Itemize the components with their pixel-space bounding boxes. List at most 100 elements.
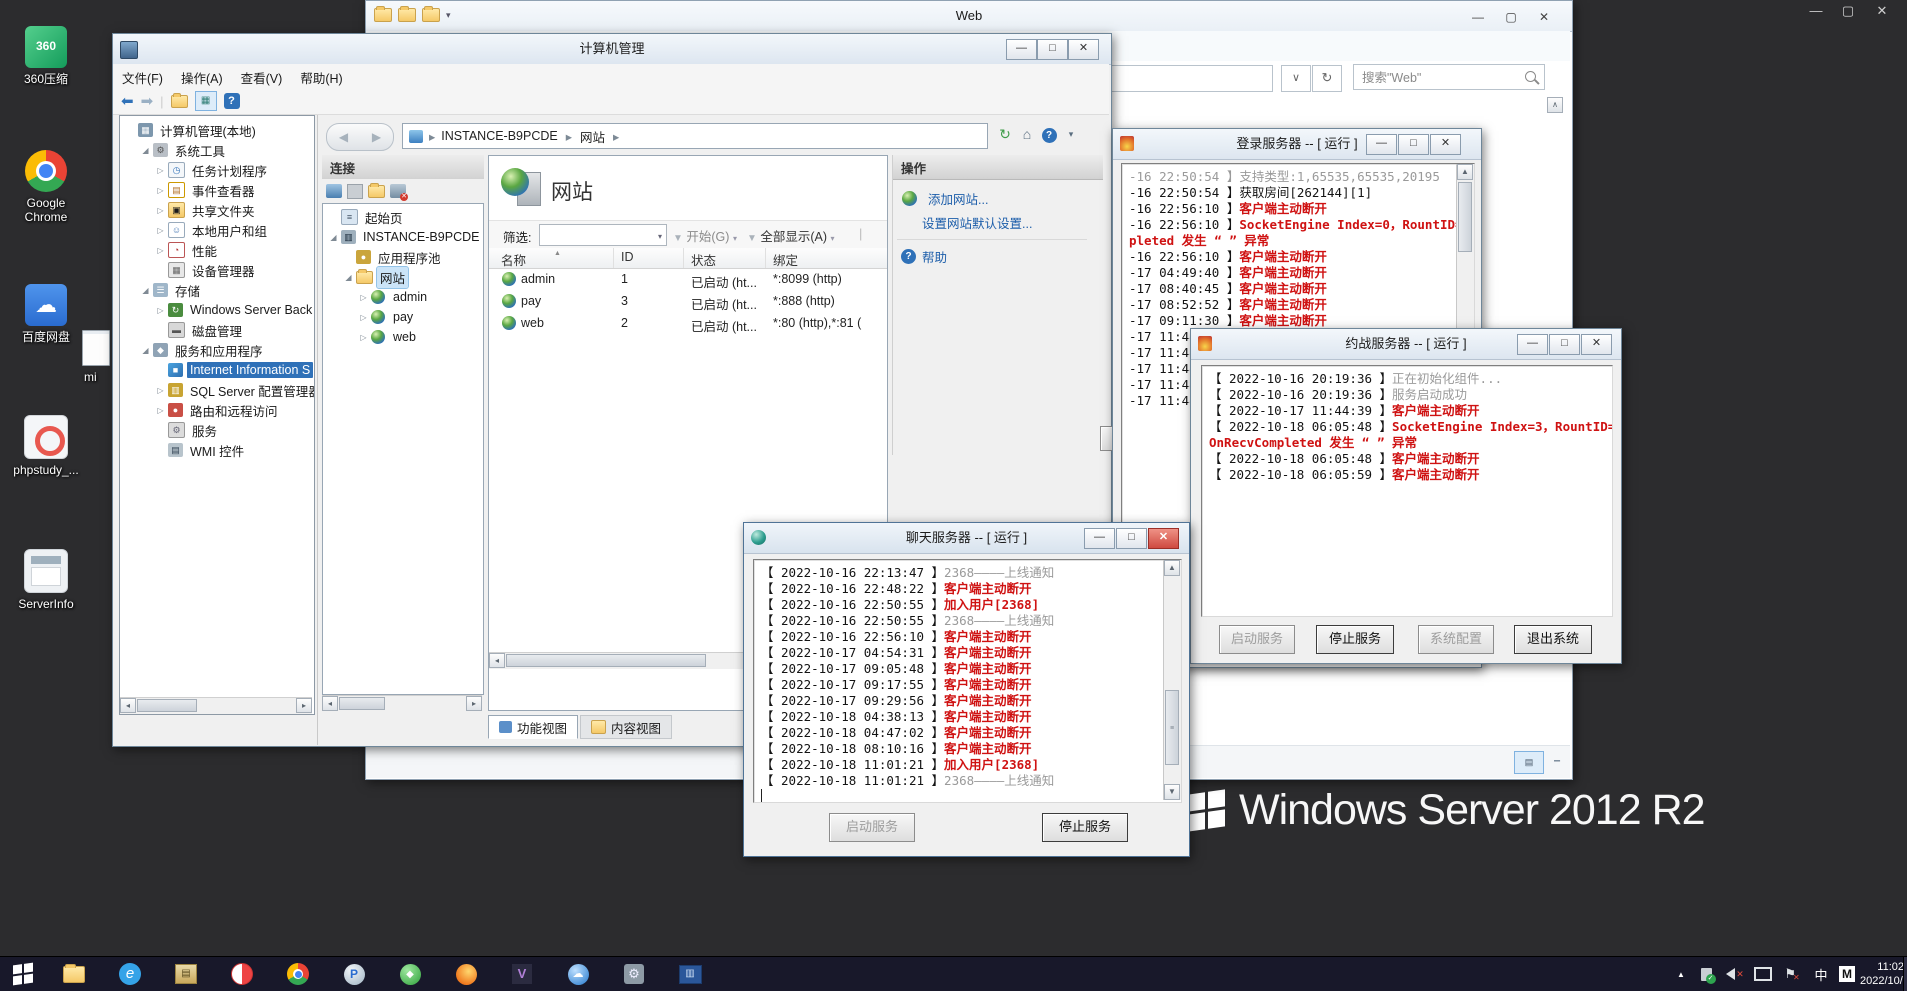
login-maximize-button[interactable]: □ — [1398, 134, 1429, 155]
bg-maximize-button[interactable]: ▢ — [1832, 3, 1864, 19]
explorer-minimize-button[interactable]: — — [1463, 6, 1493, 28]
expand-icon[interactable]: ▷ — [154, 226, 167, 235]
tab-内容视图[interactable]: 内容视图 — [580, 715, 672, 739]
login-titlebar[interactable]: 登录服务器 -- [ 运行 ] — □ ✕ — [1113, 129, 1481, 160]
crumb-refresh-icon[interactable]: ↻ — [994, 123, 1016, 145]
iis-tree-item-6[interactable]: ▷web — [323, 327, 483, 347]
iis-tree-item-2[interactable]: ●应用程序池 — [323, 247, 483, 267]
usb-safe-remove-icon[interactable]: ✓ — [1696, 965, 1716, 983]
explorer-titlebar[interactable]: ▾ Web — ▢ ✕ — [366, 1, 1572, 32]
open-folder-icon[interactable] — [368, 185, 385, 198]
expand-icon[interactable]: ▷ — [154, 246, 167, 255]
export-icon[interactable] — [171, 95, 188, 108]
crumb-home-icon[interactable]: ⌂ — [1016, 123, 1038, 145]
table-row-web[interactable]: web2已启动 (ht...*:80 (http),*:81 ( — [489, 313, 887, 335]
taskbar-icon-phpstudy[interactable]: P — [326, 957, 382, 991]
expand-icon[interactable]: ▷ — [357, 333, 370, 342]
cm-close-button[interactable]: ✕ — [1068, 39, 1099, 60]
bg-minimize-button[interactable]: — — [1800, 3, 1832, 18]
cm-tree-item-10[interactable]: ▬磁盘管理 — [120, 320, 314, 340]
expand-icon[interactable]: ▷ — [154, 406, 167, 415]
refresh-button[interactable]: ↻ — [1312, 65, 1342, 92]
column-header-3[interactable]: 绑定 — [773, 250, 798, 269]
battle-log-box[interactable]: 【 2022-10-16 20:19:36 】正在初始化组件...【 2022-… — [1201, 365, 1613, 617]
taskbar-icon-start[interactable] — [0, 957, 46, 991]
list-view-button[interactable]: ▤ — [1514, 751, 1544, 774]
crumb-help-icon[interactable]: ? — [1038, 123, 1060, 145]
cm-tree-item-4[interactable]: ▷▣共享文件夹 — [120, 200, 314, 220]
action-item-1[interactable]: 设置网站默认设置... — [901, 213, 1032, 232]
action-item-0[interactable]: 添加网站... — [901, 189, 988, 208]
cm-minimize-button[interactable]: — — [1006, 39, 1037, 60]
cm-tree-item-9[interactable]: ▷↻Windows Server Back — [120, 300, 314, 320]
table-row-pay[interactable]: pay3已启动 (ht...*:888 (http) — [489, 291, 887, 313]
help-icon[interactable]: ? — [224, 93, 240, 109]
search-input[interactable]: 搜索"Web" — [1353, 64, 1545, 90]
cm-tree-item-14[interactable]: ▷●路由和远程访问 — [120, 400, 314, 420]
filter-show-all-button[interactable]: ▼ 全部显示(A) ▾ — [747, 226, 835, 245]
desktop-icon-ServerInfo[interactable]: ServerInfo — [8, 549, 84, 611]
battle-titlebar[interactable]: 约战服务器 -- [ 运行 ] — □ ✕ — [1191, 329, 1621, 360]
column-header-2[interactable]: 状态 — [691, 250, 716, 269]
desktop-icon-Google Chrome[interactable]: Google Chrome — [8, 150, 84, 224]
save-icon[interactable] — [347, 184, 363, 199]
start-button-启动服务[interactable]: 启动服务 — [1219, 625, 1295, 654]
network-icon[interactable] — [1752, 965, 1774, 983]
cm-tree-item-8[interactable]: ◢☰存储 — [120, 280, 314, 300]
console-window-icon[interactable]: ▦ — [195, 91, 217, 111]
action-center-flag-icon[interactable]: ⚑✕ — [1781, 965, 1803, 983]
expand-icon[interactable]: ▷ — [154, 386, 167, 395]
menu-3[interactable]: 帮助(H) — [291, 64, 351, 91]
chat-maximize-button[interactable]: □ — [1116, 528, 1147, 549]
expand-icon[interactable]: ▷ — [154, 186, 167, 195]
address-dropdown-button[interactable]: ∨ — [1281, 65, 1311, 92]
collapse-icon[interactable]: ◢ — [139, 146, 152, 155]
taskbar-icon-file-explorer[interactable] — [46, 957, 102, 991]
collapse-icon[interactable]: ◢ — [139, 286, 152, 295]
action-button-停止服务[interactable]: 停止服务 — [1316, 625, 1394, 654]
taskbar-icon-360-app[interactable] — [214, 957, 270, 991]
cm-tree-hscrollbar[interactable]: ◂ ▸ — [120, 697, 312, 714]
iis-tree-item-4[interactable]: ▷admin — [323, 287, 483, 307]
taskbar-icon-firefox[interactable] — [438, 957, 494, 991]
crumb-back-icon[interactable]: ◀ — [339, 130, 348, 144]
tab-功能视图[interactable]: 功能视图 — [488, 715, 578, 739]
bg-close-button[interactable]: ✕ — [1864, 3, 1900, 19]
chat-log-scrollbar[interactable]: ▲ ≡ ▼ — [1163, 560, 1181, 800]
cm-tree-item-6[interactable]: ▷◔性能 — [120, 240, 314, 260]
explorer-scroll-up-button[interactable]: ∧ — [1547, 97, 1563, 113]
cm-tree-item-16[interactable]: ▤WMI 控件 — [120, 440, 314, 460]
taskbar-icon-green-tool[interactable]: ◆ — [382, 957, 438, 991]
forward-icon[interactable]: ➡ — [141, 92, 154, 110]
desktop-icon-360压缩[interactable]: 360360压缩 — [8, 26, 84, 86]
cm-titlebar[interactable]: 计算机管理 — □ ✕ — [113, 34, 1111, 65]
table-row-admin[interactable]: admin1已启动 (ht...*:8099 (http) — [489, 269, 887, 291]
connect-server-icon[interactable] — [326, 184, 342, 198]
delete-server-icon[interactable]: ✕ — [390, 184, 406, 198]
taskbar-icon-chrome[interactable] — [270, 957, 326, 991]
breadcrumb-server[interactable]: INSTANCE-B9PCDE — [441, 129, 557, 143]
start-button-启动服务[interactable]: 启动服务 — [829, 813, 915, 842]
collapse-icon[interactable]: ◢ — [327, 233, 340, 242]
taskbar-icon-iis-manager[interactable]: ▤ — [158, 957, 214, 991]
cm-tree-item-5[interactable]: ▷☺本地用户和组 — [120, 220, 314, 240]
taskbar-icon-internet-explorer[interactable]: e — [102, 957, 158, 991]
crumb-forward-icon[interactable]: ▶ — [372, 130, 381, 144]
collapse-icon[interactable]: ◢ — [139, 346, 152, 355]
taskbar-icon-settings-gear[interactable]: ⚙ — [606, 957, 662, 991]
taskbar-icon-messenger[interactable]: ☁ — [550, 957, 606, 991]
chat-titlebar[interactable]: 聊天服务器 -- [ 运行 ] — □ ✕ — [744, 523, 1189, 554]
column-header-0[interactable]: 名称▲ — [501, 250, 561, 269]
cm-maximize-button[interactable]: □ — [1037, 39, 1068, 60]
cm-tree-item-12[interactable]: ■Internet Information S — [120, 360, 314, 380]
start-button-系统配置[interactable]: 系统配置 — [1418, 625, 1494, 654]
breadcrumb-sites[interactable]: 网站 — [580, 127, 605, 146]
filter-go-button[interactable]: ▼ 开始(G) ▾ — [673, 226, 737, 245]
cm-tree-item-2[interactable]: ▷◷任务计划程序 — [120, 160, 314, 180]
cm-tree-item-1[interactable]: ◢⚙系统工具 — [120, 140, 314, 160]
menu-1[interactable]: 操作(A) — [172, 64, 232, 91]
iis-tree-item-0[interactable]: ≡起始页 — [323, 207, 483, 227]
filter-combobox[interactable]: ▾ — [539, 224, 667, 246]
iis-tree-item-5[interactable]: ▷pay — [323, 307, 483, 327]
chat-close-button[interactable]: ✕ — [1148, 528, 1179, 549]
